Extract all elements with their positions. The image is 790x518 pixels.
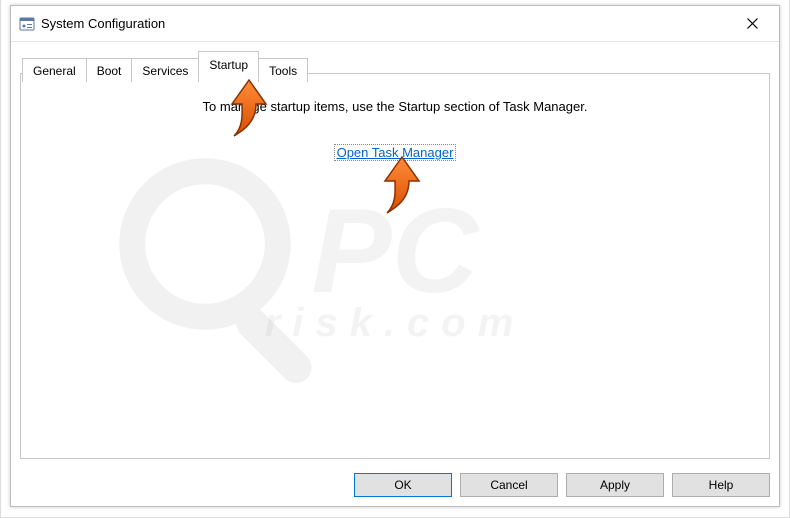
help-button[interactable]: Help bbox=[672, 473, 770, 497]
ok-button[interactable]: OK bbox=[354, 473, 452, 497]
client-area: General Boot Services Startup Tools To m… bbox=[20, 51, 770, 497]
title-bar: System Configuration bbox=[11, 6, 779, 42]
close-icon bbox=[747, 18, 758, 29]
window-title: System Configuration bbox=[41, 16, 165, 31]
tab-boot[interactable]: Boot bbox=[86, 58, 133, 82]
open-task-manager-link[interactable]: Open Task Manager bbox=[334, 144, 457, 161]
tab-strip: General Boot Services Startup Tools bbox=[22, 51, 307, 79]
msconfig-icon bbox=[19, 16, 35, 32]
system-configuration-window: System Configuration General Boot Servic… bbox=[10, 5, 780, 507]
cancel-button[interactable]: Cancel bbox=[460, 473, 558, 497]
startup-tab-panel: To manage startup items, use the Startup… bbox=[20, 73, 770, 459]
tab-startup[interactable]: Startup bbox=[198, 51, 259, 79]
tab-general[interactable]: General bbox=[22, 58, 87, 82]
apply-button[interactable]: Apply bbox=[566, 473, 664, 497]
close-button[interactable] bbox=[729, 9, 775, 39]
instruction-text: To manage startup items, use the Startup… bbox=[21, 99, 769, 114]
tab-tools[interactable]: Tools bbox=[258, 58, 308, 82]
screenshot-frame: System Configuration General Boot Servic… bbox=[0, 0, 790, 518]
title-left: System Configuration bbox=[19, 16, 165, 32]
tab-services[interactable]: Services bbox=[131, 58, 199, 82]
dialog-button-row: OK Cancel Apply Help bbox=[354, 473, 770, 497]
